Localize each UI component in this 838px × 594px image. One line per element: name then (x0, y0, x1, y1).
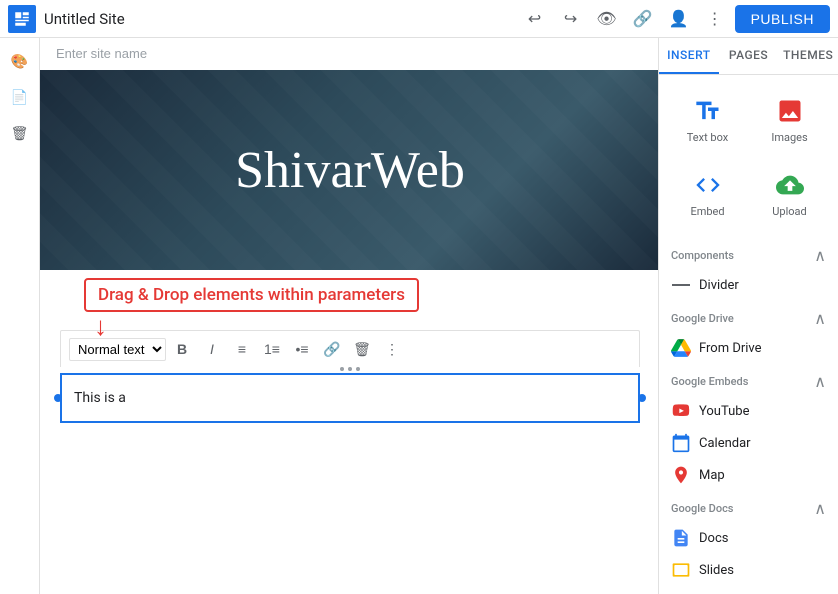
calendar-icon (671, 433, 691, 453)
selection-handle-right (638, 394, 646, 402)
section-docs-header: Google Docs ∧ (659, 491, 838, 522)
divider-label: Divider (699, 278, 739, 293)
bold-button[interactable]: B (168, 335, 196, 363)
divider-icon (671, 275, 691, 295)
hero-title: ShivarWeb (235, 141, 465, 200)
more-toolbar-button[interactable]: ⋮ (378, 335, 406, 363)
embed-label: Embed (690, 205, 724, 218)
editor-body-wrapper: This is a (60, 367, 640, 423)
images-icon (774, 95, 806, 127)
selection-handle-left (54, 394, 62, 402)
insert-embed[interactable]: Embed (667, 157, 748, 230)
docs-item[interactable]: Docs (659, 522, 838, 554)
canvas-inner: ShivarWeb Drag & Drop elements within pa… (40, 38, 658, 594)
textbox-icon (692, 95, 724, 127)
components-collapse[interactable]: ∧ (814, 246, 826, 265)
delete-toolbar-button[interactable]: 🗑 (348, 335, 376, 363)
align-button[interactable]: ≡ (228, 335, 256, 363)
ordered-list-button[interactable]: 1≡ (258, 335, 286, 363)
youtube-icon (671, 401, 691, 421)
editor-body[interactable]: This is a (60, 373, 640, 423)
right-panel: INSERT PAGES THEMES Text box Images (658, 38, 838, 594)
pages-icon[interactable]: 📄 (4, 82, 36, 114)
map-label: Map (699, 468, 725, 483)
section-drive-header: Google Drive ∧ (659, 301, 838, 332)
theme-icon[interactable]: 🎨 (4, 46, 36, 78)
sheets-item[interactable]: Sheets (659, 586, 838, 594)
tab-pages[interactable]: PAGES (719, 38, 779, 74)
site-title: Untitled Site (44, 10, 511, 28)
editor-toolbar: Normal text B I ≡ 1≡ •≡ 🔗 🗑 ⋮ (60, 330, 640, 367)
from-drive-label: From Drive (699, 341, 762, 356)
docs-icon (671, 528, 691, 548)
drag-drop-hint: Drag & Drop elements within parameters (84, 278, 419, 312)
section-embeds-header: Google Embeds ∧ (659, 364, 838, 395)
insert-grid: Text box Images Embed Upload (659, 75, 838, 238)
more-button[interactable]: ⋮ (699, 3, 731, 35)
main-layout: 🎨 📄 🗑 ShivarWeb Drag & Drop elements wit… (0, 38, 838, 594)
drag-drop-arrow: ↓ (94, 314, 107, 340)
divider-item[interactable]: Divider (659, 269, 838, 301)
upload-label: Upload (772, 205, 806, 218)
youtube-label: YouTube (699, 404, 750, 419)
preview-button[interactable]: 👁 (591, 3, 623, 35)
docs-label: Docs (699, 531, 728, 546)
drive-section-label: Google Drive (671, 312, 734, 325)
insert-upload[interactable]: Upload (749, 157, 830, 230)
drive-collapse[interactable]: ∧ (814, 309, 826, 328)
text-style-select[interactable]: Normal text (69, 338, 166, 361)
resize-handle[interactable] (60, 367, 640, 371)
insert-images[interactable]: Images (749, 83, 830, 156)
map-item[interactable]: Map (659, 459, 838, 491)
publish-button[interactable]: PUBLISH (735, 5, 830, 33)
upload-icon (774, 169, 806, 201)
link-button[interactable]: 🔗 (627, 3, 659, 35)
docs-section-label: Google Docs (671, 502, 733, 515)
slides-icon (671, 560, 691, 580)
topbar: Untitled Site ↩ ↪ 👁 🔗 👤 ⋮ PUBLISH (0, 0, 838, 38)
tab-themes[interactable]: THEMES (778, 38, 838, 74)
canvas-area[interactable]: ShivarWeb Drag & Drop elements within pa… (40, 38, 658, 594)
embed-icon (692, 169, 724, 201)
from-drive-item[interactable]: From Drive (659, 332, 838, 364)
italic-button[interactable]: I (198, 335, 226, 363)
hero-section: ShivarWeb (40, 70, 658, 270)
drag-drop-text: Drag & Drop elements within parameters (98, 285, 405, 305)
slides-label: Slides (699, 563, 734, 578)
textbox-label: Text box (687, 131, 728, 144)
drive-icon (671, 338, 691, 358)
editor-text[interactable]: This is a (74, 390, 126, 406)
app-logo (8, 5, 36, 33)
tab-insert[interactable]: INSERT (659, 38, 719, 74)
delete-icon[interactable]: 🗑 (4, 118, 36, 150)
insert-textbox[interactable]: Text box (667, 83, 748, 156)
left-sidebar: 🎨 📄 🗑 (0, 38, 40, 594)
share-button[interactable]: 👤 (663, 3, 695, 35)
unordered-list-button[interactable]: •≡ (288, 335, 316, 363)
calendar-item[interactable]: Calendar (659, 427, 838, 459)
images-label: Images (771, 131, 807, 144)
right-tabs: INSERT PAGES THEMES (659, 38, 838, 75)
docs-collapse[interactable]: ∧ (814, 499, 826, 518)
youtube-item[interactable]: YouTube (659, 395, 838, 427)
site-name-bar (40, 38, 658, 70)
map-icon (671, 465, 691, 485)
slides-item[interactable]: Slides (659, 554, 838, 586)
redo-button[interactable]: ↪ (555, 3, 587, 35)
undo-button[interactable]: ↩ (519, 3, 551, 35)
editor-section: Normal text B I ≡ 1≡ •≡ 🔗 🗑 ⋮ (40, 330, 658, 423)
link-toolbar-button[interactable]: 🔗 (318, 335, 346, 363)
components-label: Components (671, 249, 734, 262)
topbar-actions: ↩ ↪ 👁 🔗 👤 ⋮ PUBLISH (519, 3, 830, 35)
embeds-section-label: Google Embeds (671, 375, 748, 388)
calendar-label: Calendar (699, 436, 751, 451)
embeds-collapse[interactable]: ∧ (814, 372, 826, 391)
section-components-header: Components ∧ (659, 238, 838, 269)
site-name-input[interactable] (56, 46, 644, 61)
